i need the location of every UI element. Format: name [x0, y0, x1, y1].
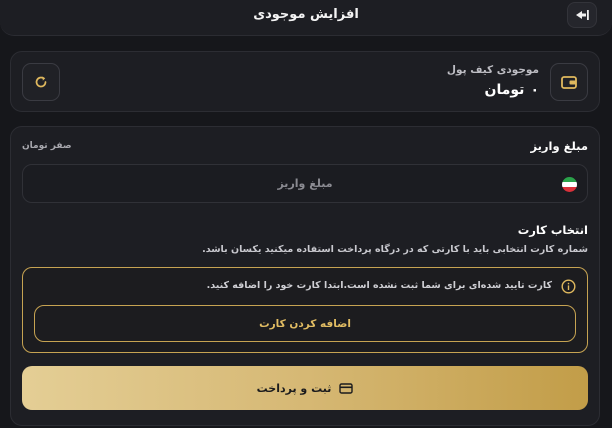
refresh-button[interactable] — [22, 63, 60, 101]
wallet-amount: ۰ — [530, 82, 539, 98]
wallet-icon — [561, 76, 577, 89]
warning-text: کارت تایید شده‌ای برای شما ثبت نشده است.… — [206, 280, 552, 291]
wallet-balance: ۰ تومان — [485, 82, 539, 98]
deposit-amount-hint: صفر تومان — [22, 141, 72, 151]
wallet-icon-box — [550, 63, 588, 101]
exit-arrow-icon — [576, 10, 589, 20]
deposit-form-card: مبلغ واریز صفر تومان انتخاب کارت شماره ک… — [10, 126, 600, 426]
card-select-description: شماره کارت انتخابی باید با کارتی که در د… — [202, 244, 588, 255]
wallet-card: موجودی کیف پول ۰ تومان — [10, 51, 600, 112]
card-select-title: انتخاب کارت — [517, 223, 588, 237]
info-icon — [561, 279, 576, 294]
back-button[interactable] — [567, 2, 597, 28]
amount-field[interactable] — [22, 164, 588, 203]
refresh-icon — [35, 76, 47, 88]
iran-flag-icon — [562, 177, 577, 192]
amount-input[interactable] — [23, 165, 587, 202]
credit-card-icon — [339, 382, 354, 394]
wallet-label: موجودی کیف پول — [446, 64, 539, 76]
add-card-button[interactable]: اضافه کردن کارت — [34, 305, 576, 342]
deposit-title: مبلغ واریز — [530, 139, 588, 153]
pay-button-label: ثبت و پرداخت — [256, 381, 332, 395]
submit-pay-button[interactable]: ثبت و پرداخت — [22, 366, 588, 410]
wallet-currency: تومان — [484, 82, 525, 98]
no-card-warning: کارت تایید شده‌ای برای شما ثبت نشده است.… — [22, 267, 588, 353]
page-header: افزایش موجودی — [0, 0, 612, 36]
page-title: افزایش موجودی — [253, 7, 359, 22]
